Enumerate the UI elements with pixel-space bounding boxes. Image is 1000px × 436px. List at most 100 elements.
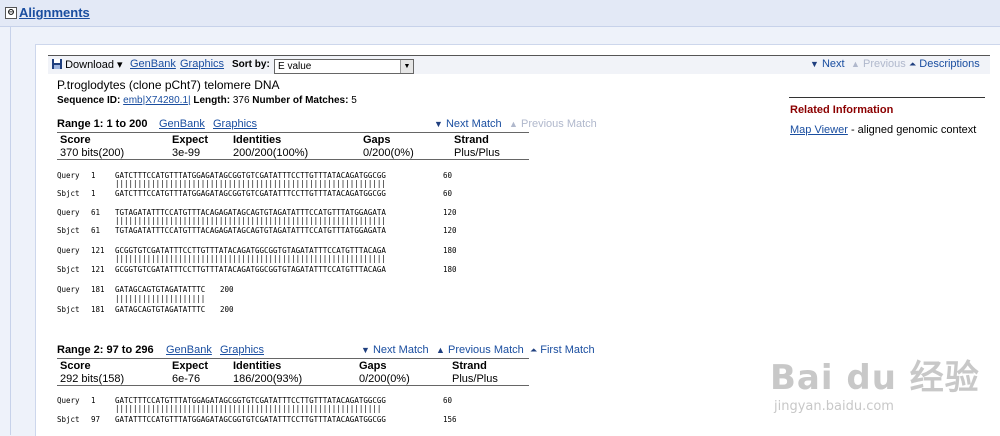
- query-label: Query: [57, 246, 80, 255]
- score-value: 292 bits(158): [60, 373, 125, 385]
- section-divider: [10, 26, 11, 435]
- save-disk-icon: [52, 59, 62, 69]
- descriptions-label: Descriptions: [919, 58, 980, 70]
- query-seq: GATAGCAGTGTAGATATTTC: [115, 285, 206, 294]
- query-start: 181: [91, 285, 105, 294]
- range1-divider-bottom: [57, 159, 529, 160]
- range2-first-match[interactable]: ⏶ First Match: [530, 344, 595, 356]
- query-label: Query: [57, 171, 80, 180]
- range2-previous-match[interactable]: ▲ Previous Match: [436, 344, 524, 356]
- sbjct-label: Sbjct: [57, 265, 80, 274]
- range2-next-match[interactable]: ▼ Next Match: [361, 344, 429, 356]
- query-end: 120: [443, 208, 457, 217]
- range2-previous-label: Previous Match: [447, 344, 524, 356]
- query-end: 60: [443, 171, 453, 180]
- range2-genbank-link[interactable]: GenBank: [166, 344, 212, 356]
- score-value: 370 bits(200): [60, 147, 125, 159]
- query-start: 121: [91, 246, 105, 255]
- expect-header: Expect: [172, 360, 209, 372]
- related-entry: Map Viewer - aligned genomic context: [790, 124, 985, 136]
- matches-label: Number of Matches:: [252, 95, 349, 106]
- matches-value: 5: [351, 95, 357, 106]
- related-title: Related Information: [790, 104, 894, 116]
- query-end: 180: [443, 246, 457, 255]
- related-information-box: Related Information Map Viewer - aligned…: [789, 97, 985, 136]
- query-start: 61: [91, 208, 101, 217]
- gaps-value: 0/200(0%): [359, 373, 410, 385]
- range1-label: Range 1: 1 to 200: [57, 118, 148, 130]
- next-hit-button[interactable]: ▼ Next: [810, 58, 845, 70]
- match-bars: ||||||||||||||||||||||||||||||||||||||||…: [115, 179, 386, 188]
- identities-header: Identities: [233, 360, 282, 372]
- query-end: 200: [220, 285, 234, 294]
- download-menu[interactable]: Download ▾: [52, 58, 123, 71]
- sort-select[interactable]: E value ▼: [274, 59, 414, 74]
- next-label: Next: [821, 58, 845, 70]
- query-label: Query: [57, 396, 80, 405]
- seqid-link[interactable]: emb|X74280.1|: [123, 95, 190, 106]
- range2-next-label: Next Match: [372, 344, 429, 356]
- sbjct-end: 60: [443, 189, 453, 198]
- baidu-watermark: Bai du 经验 jingyan.baidu.com: [770, 350, 980, 414]
- sbjct-seq: GCGGTGTCGATATTTCCTTGTTTATACAGATGGCGGTGTA…: [115, 265, 386, 274]
- sbjct-start: 1: [91, 189, 96, 198]
- strand-header: Strand: [454, 134, 489, 146]
- alignments-title-link[interactable]: Alignments: [19, 5, 90, 20]
- sort-value: E value: [278, 61, 312, 72]
- descriptions-button[interactable]: ⏶ Descriptions: [909, 58, 980, 70]
- related-description: - aligned genomic context: [847, 124, 977, 136]
- range1-previous-match: ▲ Previous Match: [509, 118, 597, 130]
- match-bars: ||||||||||||||||||||||||||||||||||||||||…: [115, 404, 382, 413]
- range1-previous-label: Previous Match: [520, 118, 597, 130]
- identities-value: 186/200(93%): [233, 373, 303, 385]
- sbjct-seq: TGTAGATATTTCCATGTTTACAGAGATAGCAGTGTAGATA…: [115, 226, 386, 235]
- arrow-up-icon: ▲: [509, 119, 518, 129]
- previous-hit-button: ▲ Previous: [851, 58, 906, 70]
- arrow-up-icon: ▲: [851, 59, 860, 69]
- map-viewer-link[interactable]: Map Viewer: [790, 124, 848, 136]
- collapse-toggle-icon[interactable]: ⊖: [5, 7, 17, 19]
- match-bars: ||||||||||||||||||||: [115, 294, 206, 303]
- sbjct-start: 61: [91, 226, 101, 235]
- sbjct-end: 180: [443, 265, 457, 274]
- strand-header: Strand: [452, 360, 487, 372]
- identities-value: 200/200(100%): [233, 147, 309, 159]
- sbjct-start: 97: [91, 415, 101, 424]
- alignment-toolbar: Download ▾ GenBank Graphics Sort by: E v…: [48, 55, 990, 74]
- graphics-link[interactable]: Graphics: [180, 58, 224, 70]
- range2-divider: [57, 358, 529, 359]
- range2-graphics-link[interactable]: Graphics: [220, 344, 264, 356]
- sbjct-seq: GATCTTTCCATGTTTATGGAGATAGCGGTGTCGATATTTC…: [115, 189, 386, 198]
- range1-graphics-link[interactable]: Graphics: [213, 118, 257, 130]
- download-label: Download: [65, 59, 114, 71]
- gaps-header: Gaps: [359, 360, 387, 372]
- match-bars: ||||||||||||||||||||||||||||||||||||||||…: [115, 216, 386, 225]
- sbjct-end: 156: [443, 415, 457, 424]
- gaps-header: Gaps: [363, 134, 391, 146]
- range2-first-label: First Match: [540, 344, 595, 356]
- range2-divider-bottom: [57, 385, 529, 386]
- score-header: Score: [60, 134, 91, 146]
- hit-meta: Sequence ID: emb|X74280.1| Length: 376 N…: [57, 95, 357, 106]
- arrow-down-icon: ▼: [361, 345, 370, 355]
- double-arrow-up-icon: ⏶: [909, 59, 917, 69]
- arrow-down-icon: ▼: [810, 59, 819, 69]
- double-arrow-up-icon: ⏶: [530, 345, 538, 355]
- query-start: 1: [91, 396, 96, 405]
- genbank-link[interactable]: GenBank: [130, 58, 176, 70]
- sbjct-seq: GATATTTCCATGTTTATGGAGATAGCGGTGTCGATATTTC…: [115, 415, 386, 424]
- range1-genbank-link[interactable]: GenBank: [159, 118, 205, 130]
- range1-next-label: Next Match: [445, 118, 502, 130]
- length-value: 376: [232, 95, 250, 106]
- match-bars: ||||||||||||||||||||||||||||||||||||||||…: [115, 254, 386, 263]
- strand-value: Plus/Plus: [452, 373, 498, 385]
- arrow-up-icon: ▲: [436, 345, 445, 355]
- expect-value: 6e-76: [172, 373, 201, 385]
- previous-label: Previous: [862, 58, 906, 70]
- query-end: 60: [443, 396, 453, 405]
- strand-value: Plus/Plus: [454, 147, 500, 159]
- range2-label: Range 2: 97 to 296: [57, 344, 154, 356]
- range1-next-match[interactable]: ▼ Next Match: [434, 118, 502, 130]
- dropdown-arrow-icon: ▼: [400, 60, 413, 73]
- watermark-brand: Bai du 经验: [770, 358, 980, 398]
